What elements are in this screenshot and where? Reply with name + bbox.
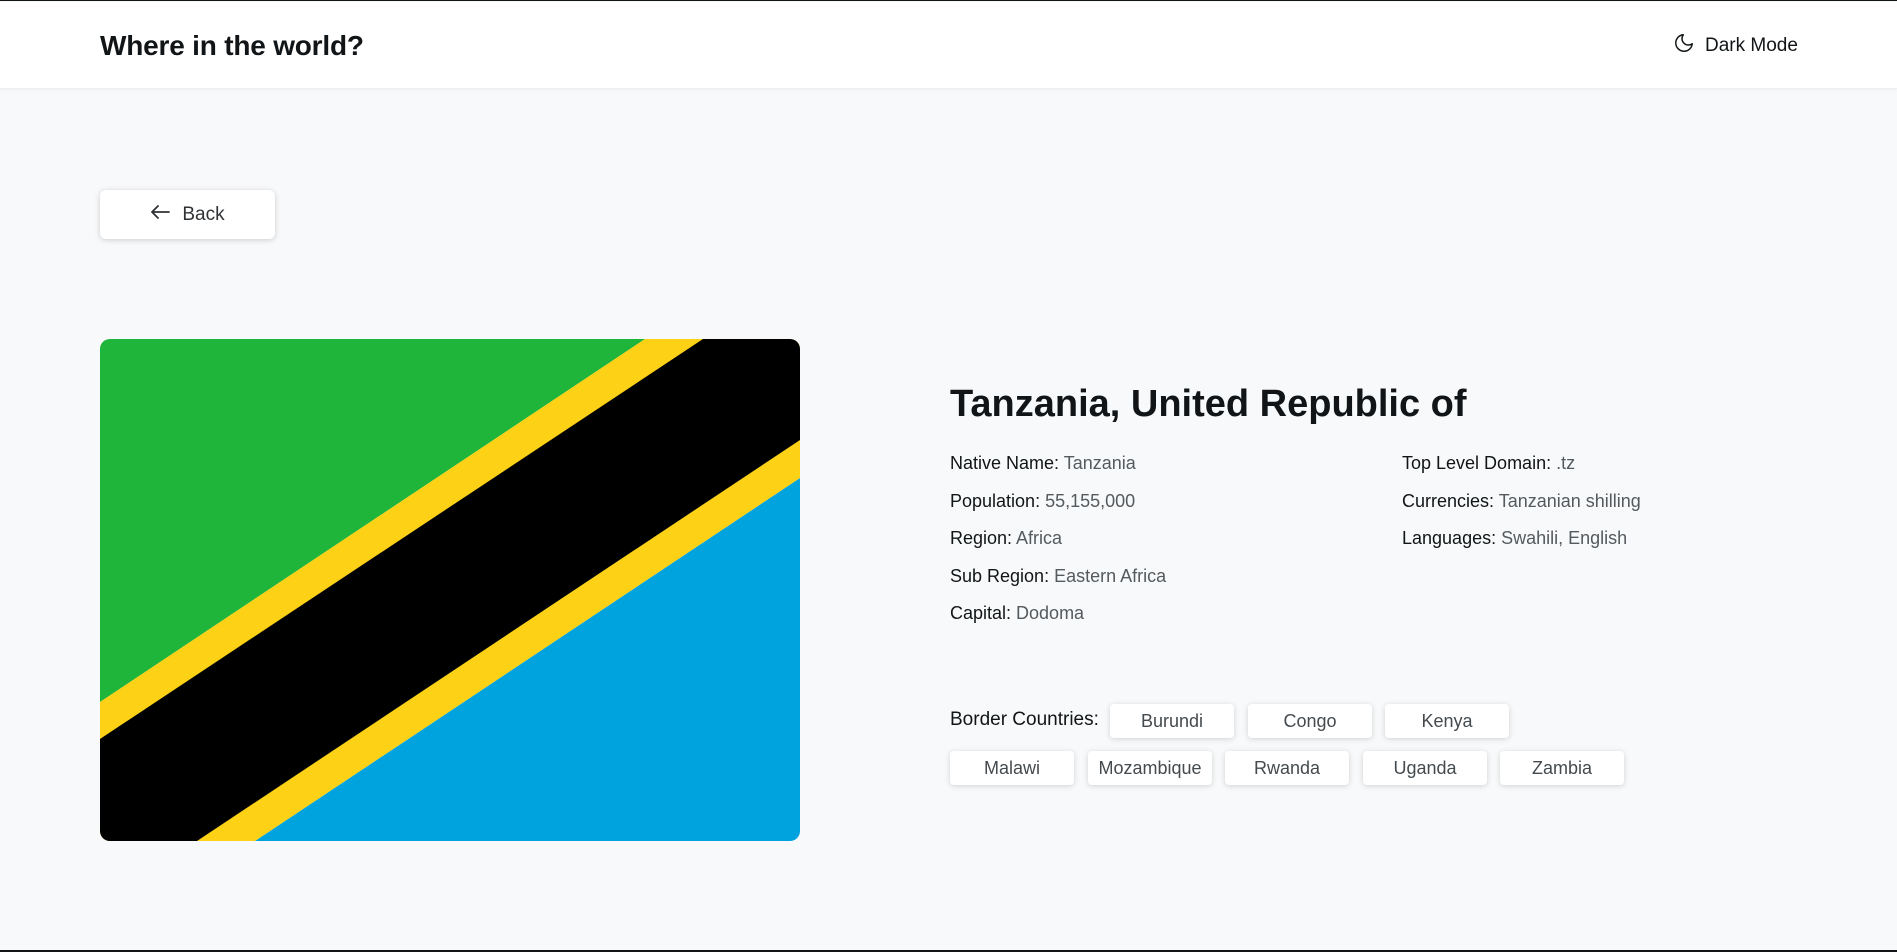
top-bar: Where in the world? Dark Mode bbox=[0, 2, 1897, 89]
detail-label: Native Name: bbox=[950, 453, 1060, 473]
detail-value: Tanzania bbox=[1059, 453, 1136, 473]
border-countries-label: Border Countries: bbox=[950, 709, 1099, 730]
country-flag bbox=[100, 339, 800, 841]
border-country-chip[interactable]: Uganda bbox=[1363, 751, 1487, 785]
detail-value: 55,155,000 bbox=[1040, 490, 1136, 511]
detail-value: Africa bbox=[1012, 528, 1063, 548]
detail-label: Region: bbox=[950, 528, 1013, 548]
app-frame: Where in the world? Dark Mode Back Tanza… bbox=[0, 0, 1897, 952]
detail-label: Sub Region: bbox=[950, 565, 1050, 586]
detail-label: Population: bbox=[950, 490, 1041, 511]
detail-row: Capital: Dodoma bbox=[950, 603, 1166, 641]
border-country-chip[interactable]: Congo bbox=[1248, 704, 1372, 738]
border-country-chip[interactable]: Zambia bbox=[1500, 751, 1624, 785]
detail-value: Eastern Africa bbox=[1049, 565, 1167, 586]
border-country-chip[interactable]: Rwanda bbox=[1225, 751, 1349, 785]
detail-row: Top Level Domain: .tz bbox=[1402, 453, 1641, 491]
details-secondary: Top Level Domain: .tz Currencies: Tanzani… bbox=[1402, 453, 1641, 566]
detail-row: Region: Africa bbox=[950, 528, 1166, 566]
detail-label: Currencies: bbox=[1402, 490, 1495, 511]
detail-label: Capital: bbox=[950, 603, 1012, 623]
detail-row: Currencies: Tanzanian shilling bbox=[1402, 491, 1641, 529]
dark-mode-label: Dark Mode bbox=[1705, 35, 1798, 56]
detail-value: Dodoma bbox=[1011, 603, 1085, 623]
detail-row: Population: 55,155,000 bbox=[950, 491, 1166, 529]
detail-row: Native Name: Tanzania bbox=[950, 453, 1166, 491]
moon-icon bbox=[1673, 32, 1695, 60]
detail-label: Top Level Domain: bbox=[1402, 453, 1552, 473]
border-country-chip[interactable]: Mozambique bbox=[1088, 751, 1212, 785]
country-name: Tanzania, United Republic of bbox=[950, 383, 1467, 425]
back-button-label: Back bbox=[182, 203, 225, 225]
detail-value: Tanzanian shilling bbox=[1494, 490, 1641, 511]
border-country-chip[interactable]: Kenya bbox=[1385, 704, 1509, 738]
detail-row: Sub Region: Eastern Africa bbox=[950, 566, 1166, 604]
border-country-chip[interactable]: Malawi bbox=[950, 751, 1074, 785]
details-primary: Native Name: Tanzania Population: 55,155,… bbox=[950, 453, 1166, 641]
dark-mode-toggle[interactable]: Dark Mode bbox=[1673, 32, 1798, 60]
detail-value: .tz bbox=[1551, 453, 1576, 473]
detail-value: Swahili, English bbox=[1496, 528, 1628, 548]
back-button[interactable]: Back bbox=[100, 190, 275, 239]
app-title: Where in the world? bbox=[100, 30, 364, 61]
border-country-chip[interactable]: Burundi bbox=[1110, 704, 1234, 738]
detail-label: Languages: bbox=[1402, 528, 1497, 548]
arrow-left-icon bbox=[150, 204, 171, 226]
detail-row: Languages: Swahili, English bbox=[1402, 528, 1641, 566]
